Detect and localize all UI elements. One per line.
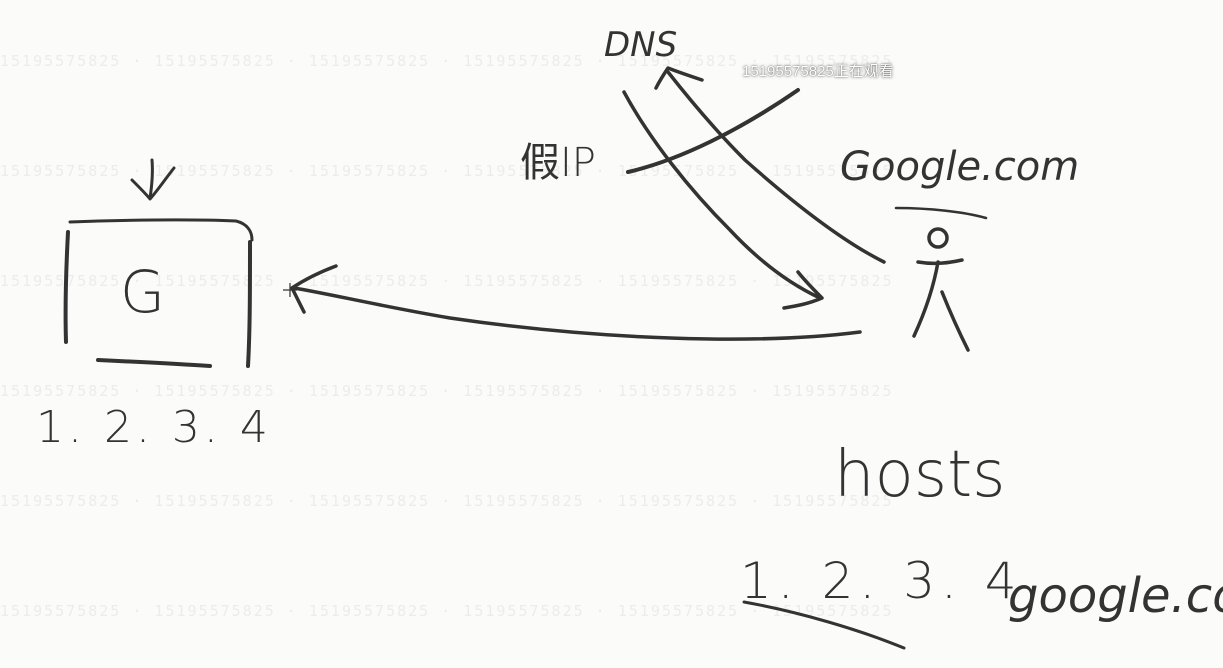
domain-label: Google.com (840, 144, 1079, 190)
fake-ip-stroke (626, 88, 800, 174)
hosts-domain-label: google.com (1008, 568, 1223, 624)
dns-label: DNS (604, 25, 677, 65)
server-letter: G (120, 258, 165, 326)
whiteboard: 15195575825 · 15195575825 · 15195575825 … (0, 0, 1223, 668)
viewer-overlay: 15195575825正在观看 (742, 63, 894, 80)
down-arrow-icon (130, 158, 176, 201)
crosshair-cursor-icon (283, 283, 297, 297)
fake-ip-label: 假IP (520, 140, 596, 186)
response-arrow (290, 264, 862, 341)
domain-underline (894, 206, 988, 220)
hosts-ip-label: 1. 2. 3. 4 (740, 552, 1023, 610)
hosts-label: hosts (834, 438, 1006, 512)
user-figure-icon (912, 227, 970, 352)
sketch-canvas: DNS 假IP Google.com G 1. 2. 3. 4 hosts 1.… (36, 25, 1223, 650)
server-ip-label: 1. 2. 3. 4 (36, 402, 272, 453)
